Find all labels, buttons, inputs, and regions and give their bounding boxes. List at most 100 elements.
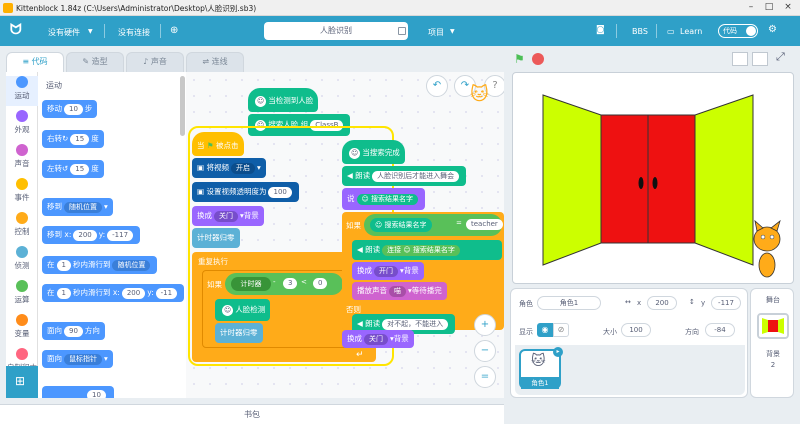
category-0[interactable]: 运动 bbox=[6, 76, 38, 106]
add-extension-button[interactable]: ⊞ bbox=[6, 366, 38, 398]
camera-icon[interactable]: ◙ bbox=[596, 25, 605, 35]
category-label: 侦测 bbox=[14, 261, 30, 270]
small-stage-icon[interactable] bbox=[732, 52, 748, 66]
less-than-operator[interactable]: 计时器 - 3 < 0 bbox=[225, 273, 343, 295]
chevron-down-icon: ▼ bbox=[450, 28, 455, 35]
large-stage-icon[interactable] bbox=[752, 52, 768, 66]
stage[interactable] bbox=[512, 72, 794, 284]
direction-input[interactable]: -84 bbox=[705, 323, 735, 337]
y-input[interactable]: -117 bbox=[711, 296, 741, 310]
globe-icon[interactable]: ⊕ bbox=[170, 25, 178, 36]
hat-face-detected[interactable]: ☺ 当检测到人脸 bbox=[248, 88, 319, 112]
speak-block[interactable]: ◀ 朗读 人脸识别后才能进入舞会 bbox=[342, 166, 467, 186]
right-door-panel bbox=[694, 94, 754, 266]
switch-backdrop-close[interactable]: 换成 关门 ▾背景 bbox=[342, 330, 414, 348]
speak-join-block[interactable]: ◀ 朗读 连接 ☺ 搜索结果名字 bbox=[352, 240, 502, 260]
zoom-in-button[interactable]: + bbox=[474, 314, 496, 336]
palette-scrollbar[interactable] bbox=[180, 76, 185, 136]
tab-sounds[interactable]: ♪ 声音 bbox=[126, 52, 184, 72]
category-2[interactable]: 声音 bbox=[6, 144, 38, 169]
partial-block[interactable]: 10 bbox=[42, 386, 114, 398]
kittenblock-logo-icon: ᗢ bbox=[10, 22, 22, 38]
show-visible-icon[interactable]: ◉ bbox=[537, 323, 553, 337]
size-input[interactable]: 100 bbox=[621, 323, 651, 337]
bbs-link[interactable]: BBS bbox=[632, 27, 648, 36]
if-else-block[interactable]: 如果 ☺ 搜索结果名字 = teacher ◀ 朗读 连接 ☺ 搜索结果名字 换成… bbox=[342, 212, 504, 334]
gear-icon[interactable]: ⚙ bbox=[768, 24, 777, 35]
x-input[interactable]: 200 bbox=[647, 296, 677, 310]
category-dot-icon bbox=[16, 178, 28, 190]
hat-green-flag[interactable]: 当 ⚑ 被点击 bbox=[192, 132, 244, 156]
category-3[interactable]: 事件 bbox=[6, 178, 38, 203]
equals-operator[interactable]: ☺ 搜索结果名字 = teacher bbox=[364, 214, 503, 236]
reset-timer-block[interactable]: 计时器归零 bbox=[192, 228, 240, 248]
category-5[interactable]: 侦测 bbox=[6, 246, 38, 271]
switch-backdrop-open[interactable]: 换成 开门 ▾背景 bbox=[352, 262, 424, 280]
category-7[interactable]: 变量 bbox=[6, 314, 38, 339]
category-label: 运动 bbox=[14, 91, 30, 100]
maximize-icon[interactable]: □ bbox=[762, 2, 776, 13]
connection-menu[interactable]: 没有连接 bbox=[118, 27, 150, 38]
close-icon[interactable]: × bbox=[781, 2, 795, 13]
zoom-reset-button[interactable]: = bbox=[474, 366, 496, 388]
tab-code[interactable]: ≡ 代码 bbox=[6, 52, 64, 72]
move-block[interactable]: 移动 10 步 bbox=[42, 100, 98, 118]
category-4[interactable]: 控制 bbox=[6, 212, 38, 237]
category-label: 事件 bbox=[14, 193, 30, 202]
tab-wiring[interactable]: ⇌ 连线 bbox=[186, 52, 244, 72]
tab-costumes[interactable]: ✎ 造型 bbox=[66, 52, 124, 72]
code-mode-toggle[interactable]: 代码 bbox=[718, 24, 758, 38]
point-direction-block[interactable]: 面向 90 方向 bbox=[42, 322, 105, 340]
zoom-out-button[interactable]: − bbox=[474, 340, 496, 362]
mode-label: 代码 bbox=[723, 27, 737, 35]
show-hidden-icon[interactable]: ⊘ bbox=[553, 323, 569, 337]
play-sound-block[interactable]: 播放声音喵 ▾等待播完 bbox=[352, 282, 447, 300]
reset-timer-block-2[interactable]: 计时器归零 bbox=[215, 323, 263, 343]
loop-arrow-icon: ↵ bbox=[356, 350, 364, 360]
file-icon[interactable] bbox=[398, 27, 406, 35]
hat-search-complete[interactable]: ☺ 当搜索完成 bbox=[342, 140, 405, 164]
speaker-icon: ◀ bbox=[357, 245, 366, 254]
glide-xy-block[interactable]: 在 1 秒内滑行到 x: 200 y: -11 bbox=[42, 284, 185, 302]
stop-icon[interactable] bbox=[532, 53, 544, 65]
project-menu[interactable]: 项目 bbox=[428, 27, 444, 38]
stage-thumb-backdrop bbox=[759, 315, 787, 337]
stage-panel-title: 舞台 bbox=[766, 296, 780, 304]
minimize-icon[interactable]: – bbox=[744, 2, 758, 13]
menu-bar: ᗢ 没有硬件 ▼ 没有连接 ⊕ 人脸识别 项目 ▼ ◙ BBS ▭ Learn … bbox=[0, 16, 800, 46]
hardware-menu[interactable]: 没有硬件 bbox=[48, 27, 80, 38]
video-toggle-block[interactable]: ▣ 将视频 开启 ▾ bbox=[192, 158, 266, 178]
glide-block[interactable]: 在 1 秒内滑行到 随机位置 bbox=[42, 256, 158, 274]
learn-icon[interactable]: ▭ bbox=[667, 27, 675, 36]
switch-backdrop-block[interactable]: 换成 关门 ▾背景 bbox=[192, 206, 264, 226]
app-icon bbox=[3, 3, 13, 13]
sprite-info-panel: 角色 角色1 ↔ x 200 ↕ y -117 显示 ◉ ⊘ 大小 100 方向… bbox=[510, 288, 748, 398]
sprite-thumb-name: 角色1 bbox=[521, 377, 559, 389]
backdrops-count: 2 bbox=[770, 361, 776, 369]
category-6[interactable]: 运算 bbox=[6, 280, 38, 305]
backpack-bar[interactable]: 书包 bbox=[0, 404, 504, 424]
stage-thumbnail[interactable] bbox=[757, 313, 789, 339]
chevron-down-icon: ▼ bbox=[88, 28, 93, 35]
goto-xy-block[interactable]: 移到 x: 200 y: -117 bbox=[42, 226, 141, 244]
script-workspace[interactable]: ↶ ↷ ? 🐱 ☺ 当检测到人脸 ☺ 搜索人脸 组 ClassB 当 ⚑ 被点击 ▣ … bbox=[186, 72, 504, 398]
undo-button[interactable]: ↶ bbox=[426, 75, 448, 97]
turn-right-block[interactable]: 右转↻ 15 度 bbox=[42, 130, 104, 148]
green-flag-icon[interactable]: ⚑ bbox=[514, 52, 525, 66]
sprite-thumbnail[interactable]: 🐱 角色1 ▸ bbox=[519, 347, 563, 389]
fullscreen-icon[interactable]: ⤢ bbox=[776, 50, 785, 64]
turn-left-block[interactable]: 左转↺ 15 度 bbox=[42, 160, 104, 178]
say-block[interactable]: 说 ☺ 搜索结果名字 bbox=[342, 188, 426, 210]
video-transparency-block[interactable]: ▣ 设置视频透明度为 100 bbox=[192, 182, 299, 202]
sprite-label: 角色 bbox=[519, 300, 533, 308]
sprite-name-input[interactable]: 角色1 bbox=[537, 296, 601, 310]
stage-bottom-area bbox=[504, 398, 800, 424]
learn-link[interactable]: Learn bbox=[680, 27, 702, 36]
point-towards-block[interactable]: 面向 鼠标指针 ▾ bbox=[42, 350, 113, 368]
category-1[interactable]: 外观 bbox=[6, 110, 38, 135]
face-detect-block[interactable]: ☺ 人脸检测 bbox=[215, 299, 271, 321]
category-label: 控制 bbox=[14, 227, 30, 236]
goto-block[interactable]: 移到 随机位置 ▾ bbox=[42, 198, 113, 216]
palette-section-title: 运动 bbox=[46, 81, 62, 90]
project-name-input[interactable]: 人脸识别 bbox=[264, 22, 408, 40]
